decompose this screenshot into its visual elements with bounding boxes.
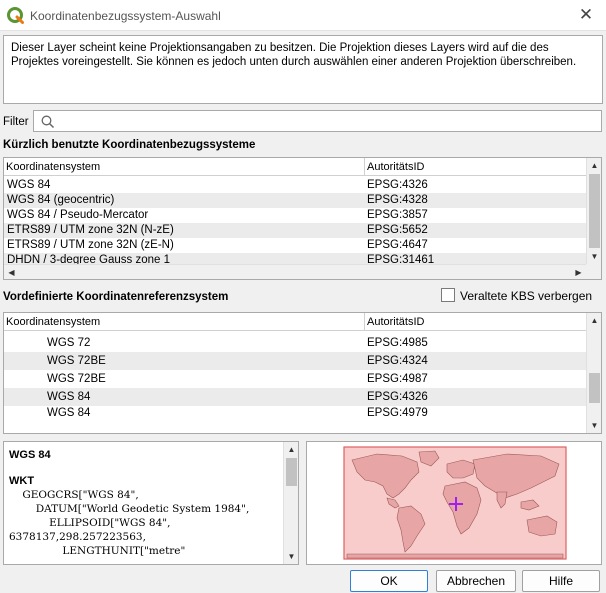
- column-header-authority-id[interactable]: AutoritätsID: [364, 313, 424, 331]
- table-row[interactable]: WGS 72 EPSG:4985: [4, 334, 586, 352]
- scroll-corner: [586, 264, 601, 279]
- search-icon: [41, 115, 55, 129]
- horizontal-scrollbar[interactable]: ◀ ▶: [4, 264, 586, 279]
- hide-deprecated-checkbox[interactable]: [441, 288, 455, 302]
- table-row[interactable]: WGS 84 EPSG:4326: [4, 178, 586, 193]
- filter-label: Filter: [3, 116, 29, 128]
- vertical-scrollbar[interactable]: ▲ ▼: [586, 158, 601, 264]
- table-row[interactable]: WGS 72BE EPSG:4324: [4, 352, 586, 370]
- scroll-up-icon[interactable]: ▲: [284, 442, 298, 457]
- qgis-logo-icon: [7, 7, 24, 24]
- ok-button[interactable]: OK: [350, 570, 428, 592]
- filter-input[interactable]: [33, 110, 602, 132]
- world-map: [307, 442, 601, 564]
- column-header-crs[interactable]: Koordinatensystem: [4, 313, 100, 331]
- scroll-left-icon[interactable]: ◀: [4, 265, 19, 279]
- column-header-crs[interactable]: Koordinatensystem: [4, 158, 100, 176]
- selected-crs-name: WGS 84: [9, 449, 51, 461]
- scroll-right-icon[interactable]: ▶: [571, 265, 586, 279]
- info-message: Dieser Layer scheint keine Projektionsan…: [3, 35, 603, 104]
- table-row[interactable]: WGS 84 EPSG:4979: [4, 406, 586, 421]
- scroll-down-icon[interactable]: ▼: [587, 418, 601, 433]
- column-header-authority-id[interactable]: AutoritätsID: [364, 158, 424, 176]
- table-header: Koordinatensystem AutoritätsID: [4, 158, 586, 176]
- wkt-heading: WKT: [9, 475, 35, 487]
- table-row[interactable]: WGS 84 / Pseudo-Mercator EPSG:3857: [4, 208, 586, 223]
- wkt-text: GEOGCRS["WGS 84", DATUM["World Geodetic …: [9, 489, 250, 557]
- cancel-button[interactable]: Abbrechen: [436, 570, 516, 592]
- crs-extent-map: [306, 441, 602, 565]
- scrollbar-thumb[interactable]: [589, 373, 600, 403]
- predefined-crs-table: Koordinatensystem AutoritätsID WGS 72 EP…: [3, 312, 602, 434]
- scroll-down-icon[interactable]: ▼: [284, 549, 298, 564]
- scroll-up-icon[interactable]: ▲: [587, 313, 601, 328]
- crs-details-panel: WGS 84 WKT GEOGCRS["WGS 84", DATUM["Worl…: [3, 441, 299, 565]
- close-icon: ✕: [578, 5, 594, 24]
- table-header: Koordinatensystem AutoritätsID: [4, 313, 586, 331]
- table-row[interactable]: ETRS89 / UTM zone 32N (zE-N) EPSG:4647: [4, 238, 586, 253]
- table-row[interactable]: WGS 72BE EPSG:4987: [4, 370, 586, 388]
- hide-deprecated-label[interactable]: Veraltete KBS verbergen: [460, 289, 592, 303]
- scroll-up-icon[interactable]: ▲: [587, 158, 601, 173]
- scroll-down-icon[interactable]: ▼: [587, 249, 601, 264]
- table-row[interactable]: WGS 84 (geocentric) EPSG:4328: [4, 193, 586, 208]
- table-row[interactable]: WGS 84 EPSG:4326: [4, 388, 586, 406]
- table-row[interactable]: ETRS89 / UTM zone 32N (N-zE) EPSG:5652: [4, 223, 586, 238]
- scrollbar-thumb[interactable]: [589, 174, 600, 248]
- recent-crs-table: Koordinatensystem AutoritätsID WGS 84 EP…: [3, 157, 602, 280]
- close-button[interactable]: ✕: [574, 4, 598, 26]
- predefined-section-title: Vordefinierte Koordinatenreferenzsystem: [3, 291, 229, 303]
- help-button[interactable]: Hilfe: [522, 570, 600, 592]
- title-bar: Koordinatenbezugssystem-Auswahl ✕: [0, 0, 606, 31]
- scrollbar-thumb[interactable]: [286, 458, 297, 486]
- window-title: Koordinatenbezugssystem-Auswahl: [30, 9, 221, 23]
- recent-section-title: Kürzlich benutzte Koordinatenbezugssyste…: [3, 139, 256, 151]
- vertical-scrollbar[interactable]: ▲ ▼: [586, 313, 601, 433]
- vertical-scrollbar[interactable]: ▲ ▼: [283, 442, 298, 564]
